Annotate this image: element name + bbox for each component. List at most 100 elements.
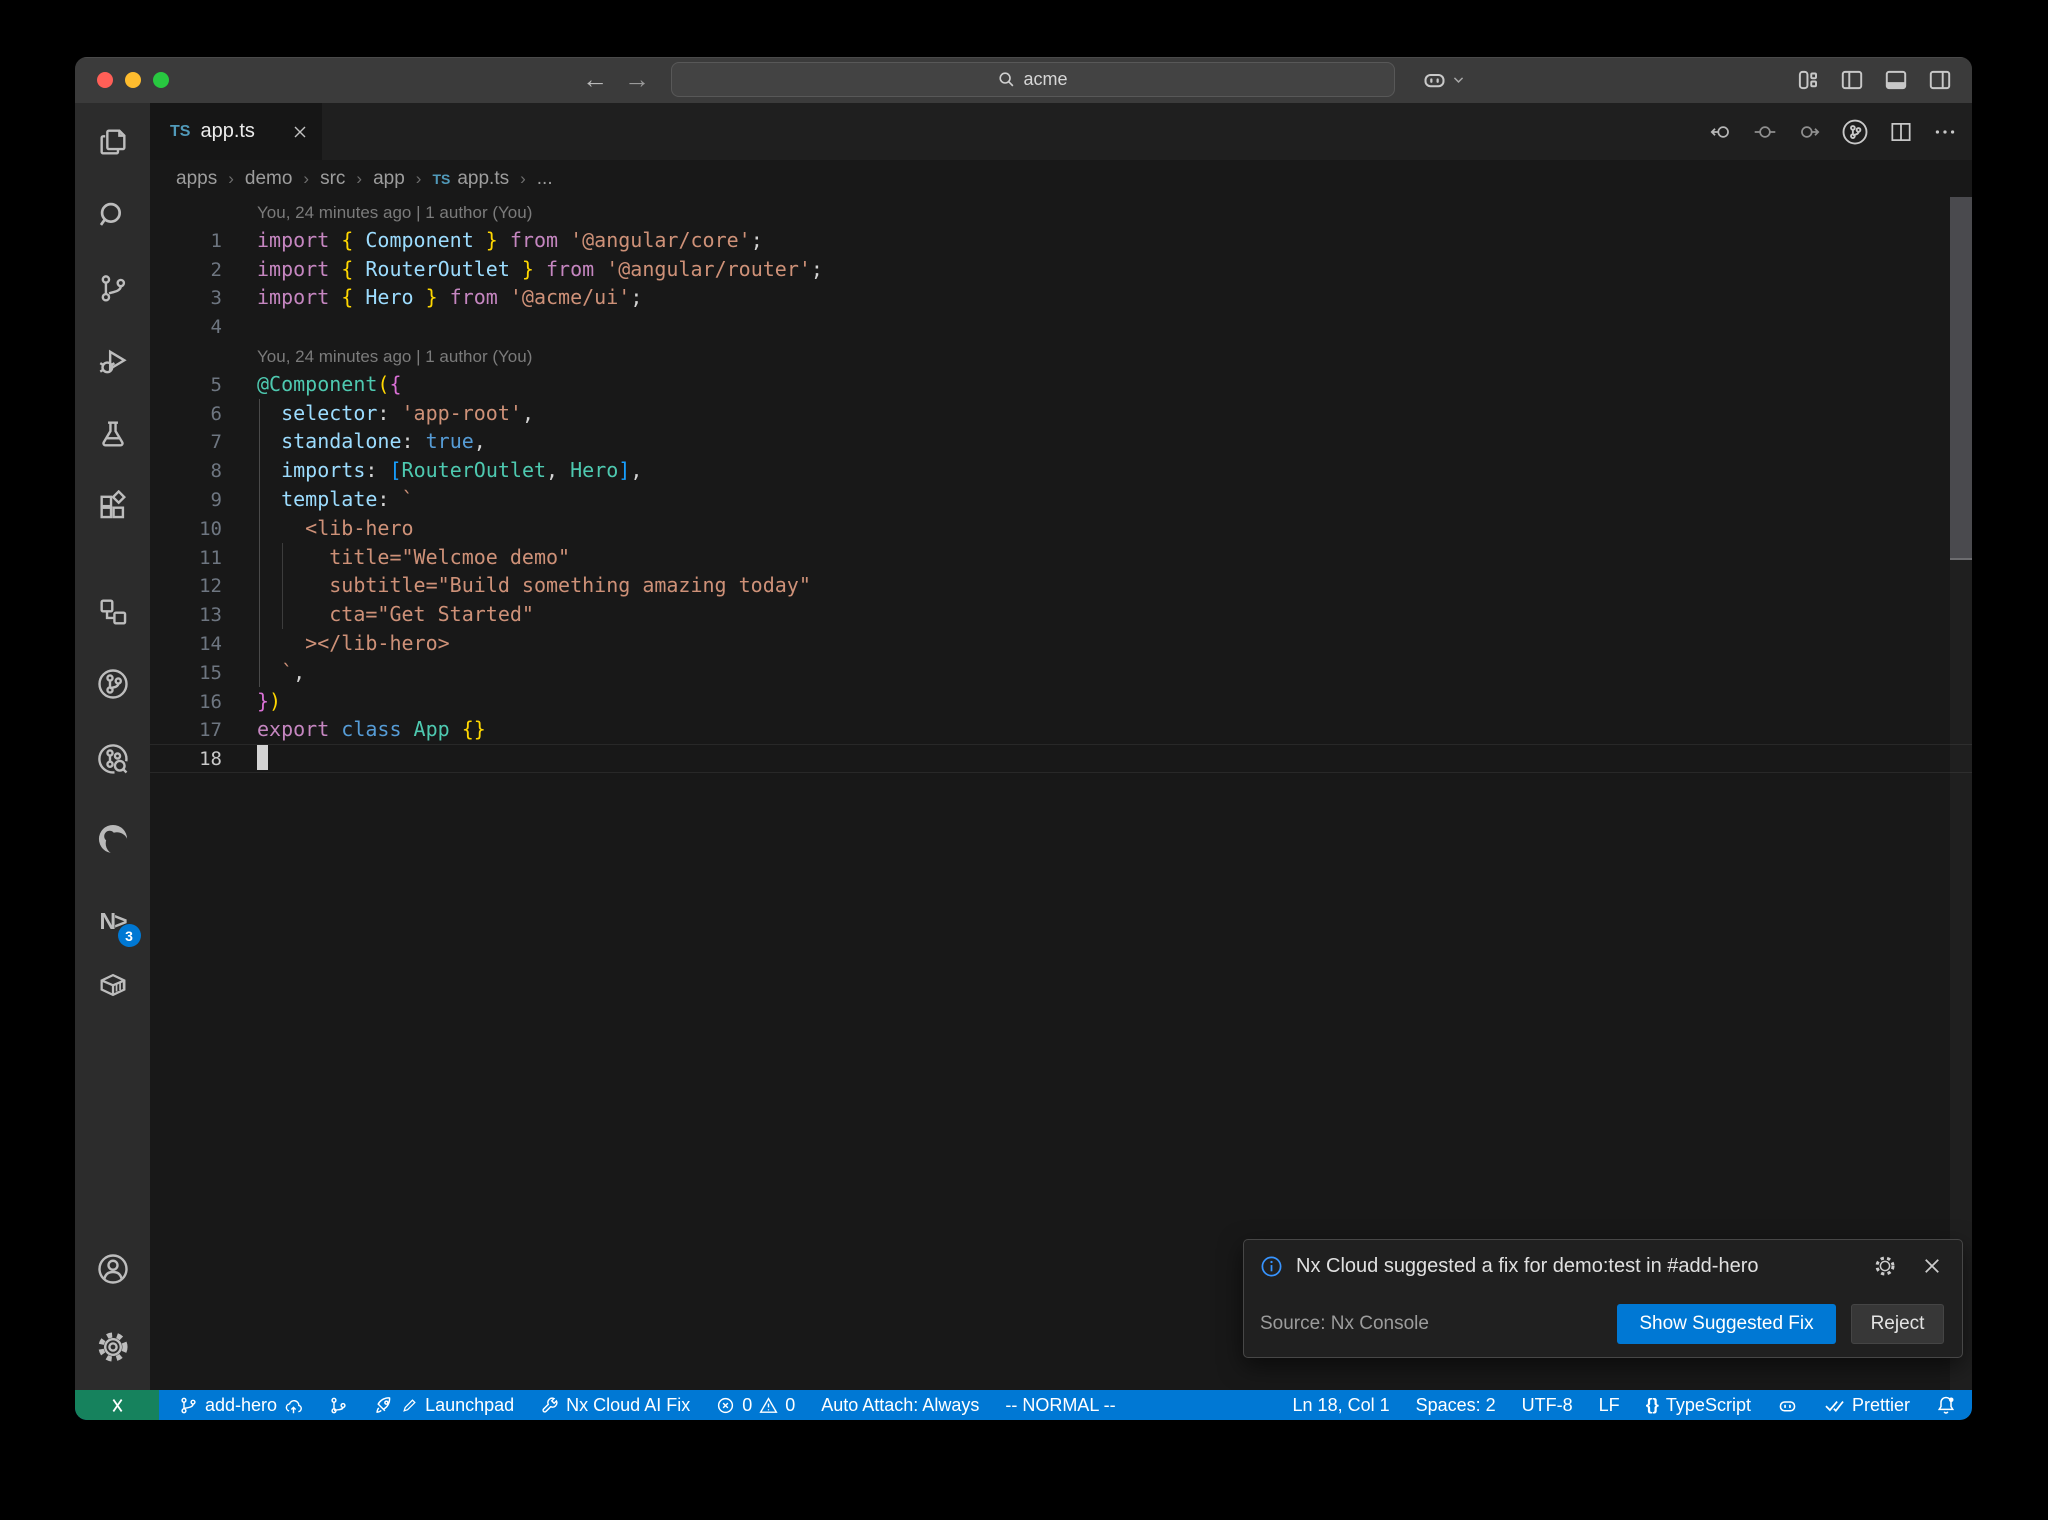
search-icon [998, 71, 1015, 88]
error-count: 0 [742, 1394, 753, 1415]
diff-previous-revision-icon[interactable] [1708, 119, 1734, 145]
toggle-secondary-sidebar-icon[interactable] [1926, 66, 1954, 94]
more-actions-icon[interactable] [1932, 119, 1958, 145]
close-tab-icon[interactable] [292, 124, 308, 140]
tab-app-ts[interactable]: TS app.ts [150, 103, 322, 160]
project-graph-icon[interactable] [93, 593, 133, 631]
run-debug-icon[interactable] [93, 342, 133, 380]
breadcrumb-item[interactable]: apps [176, 168, 217, 190]
reject-button[interactable]: Reject [1851, 1304, 1944, 1344]
split-editor-icon[interactable] [1888, 119, 1914, 145]
activity-bar: N> 3 [75, 103, 150, 1390]
copilot-menu[interactable] [1421, 66, 1465, 93]
explorer-icon[interactable] [93, 123, 133, 161]
close-window-button[interactable] [97, 72, 113, 88]
testing-icon[interactable] [93, 415, 133, 453]
tab-label: app.ts [200, 120, 255, 142]
settings-gear-icon[interactable] [93, 1328, 133, 1366]
remote-indicator[interactable] [75, 1390, 159, 1420]
diff-next-revision-icon[interactable] [1796, 119, 1822, 145]
cursor-position-status-item[interactable]: Ln 18, Col 1 [1293, 1395, 1390, 1416]
customize-layout-icon[interactable] [1794, 66, 1822, 94]
nx-console-icon[interactable]: N> 3 [93, 902, 141, 947]
braces-icon: {} [1645, 1395, 1659, 1414]
extensions-icon[interactable] [93, 488, 133, 526]
code-row: 5 @Component({ [210, 371, 402, 396]
code-row: 6 selector: 'app-root', [210, 400, 534, 425]
code-row: 11 title="Welcmoe demo" [199, 544, 571, 569]
launchpad-status-item[interactable]: Launchpad [374, 1395, 514, 1416]
toggle-primary-sidebar-icon[interactable] [1838, 66, 1866, 94]
code-row: 9 template: ` [210, 486, 414, 511]
gitlens-icon[interactable] [93, 665, 133, 703]
maximize-window-button[interactable] [153, 72, 169, 88]
breadcrumb-item[interactable]: app [373, 168, 405, 190]
chevron-right-icon: › [303, 168, 310, 188]
breadcrumb-item[interactable]: demo [245, 168, 293, 190]
gitlens-commit-graph-icon[interactable] [93, 740, 133, 778]
notification-source: Source: Nx Console [1260, 1313, 1429, 1334]
git-graph-status-item[interactable] [329, 1396, 348, 1415]
typescript-file-icon: TS [170, 122, 191, 140]
encoding-status-item[interactable]: UTF-8 [1522, 1395, 1573, 1416]
container-tools-icon[interactable] [93, 966, 133, 1004]
info-icon [1260, 1255, 1283, 1278]
breadcrumb-file[interactable]: TS app.ts [432, 168, 509, 190]
command-center-search[interactable]: acme [671, 62, 1395, 97]
prettier-status-item[interactable]: Prettier [1824, 1395, 1910, 1416]
code-row: 8 imports: [RouterOutlet, Hero], [210, 458, 643, 483]
accounts-icon[interactable] [93, 1250, 133, 1288]
code-row: 13 cta="Get Started" [199, 602, 534, 627]
notifications-bell-icon[interactable] [1936, 1395, 1956, 1415]
branch-name: add-hero [205, 1394, 278, 1415]
chevron-right-icon: › [356, 168, 363, 188]
double-check-icon [1825, 1400, 1844, 1412]
rocket-icon [376, 1397, 391, 1413]
nx-cloud-ai-fix-status-item[interactable]: Nx Cloud AI Fix [540, 1395, 690, 1416]
notification-settings-gear-icon[interactable] [1873, 1254, 1897, 1278]
breadcrumb-file-label: app.ts [457, 167, 510, 189]
navigate-forward-icon[interactable]: → [621, 63, 653, 95]
blame-row: You, 24 minutes ago | 1 author (You) [257, 203, 533, 222]
notification-title: Nx Cloud suggested a fix for demo:test i… [1296, 1254, 1759, 1277]
indentation-status-item[interactable]: Spaces: 2 [1416, 1395, 1496, 1416]
code-row: 3 import { Hero } from '@acme/ui'; [210, 285, 643, 310]
code-row: 4 [210, 316, 222, 339]
search-sidebar-icon[interactable] [93, 196, 133, 234]
copilot-status-item[interactable] [1777, 1395, 1798, 1416]
error-icon [718, 1397, 734, 1413]
code-row: 2 import { RouterOutlet } from '@angular/… [210, 256, 823, 281]
breadcrumb-overflow[interactable]: ... [537, 168, 553, 190]
language-mode-status-item[interactable]: {} TypeScript [1646, 1395, 1751, 1416]
editor-scrollbar[interactable] [1950, 197, 1972, 1390]
minimize-window-button[interactable] [125, 72, 141, 88]
edge-browser-icon[interactable] [93, 820, 133, 858]
search-value: acme [1023, 69, 1068, 89]
show-suggested-fix-button[interactable]: Show Suggested Fix [1617, 1304, 1836, 1344]
warning-icon [759, 1396, 778, 1413]
editor-cursor [257, 745, 268, 771]
blame-row: You, 24 minutes ago | 1 author (You) [257, 346, 533, 366]
vim-mode-status-item[interactable]: -- NORMAL -- [1005, 1395, 1115, 1416]
breadcrumb: apps › demo › src › app › TS app.ts › ..… [150, 160, 1972, 197]
notification-close-icon[interactable] [1922, 1256, 1942, 1276]
git-graph-icon [331, 1397, 346, 1413]
breadcrumb-item[interactable]: src [320, 168, 345, 190]
code-row: 15 `, [199, 659, 306, 684]
gitlens-graph-icon[interactable] [1840, 117, 1870, 147]
problems-status-item[interactable]: 0 0 [716, 1395, 795, 1416]
diff-current-revision-icon[interactable] [1752, 119, 1778, 145]
auto-attach-status-item[interactable]: Auto Attach: Always [821, 1395, 979, 1416]
code-row: 10 <lib-hero [199, 515, 414, 540]
scrollbar-thumb[interactable] [1950, 197, 1972, 560]
nx-badge: 3 [117, 924, 141, 947]
code-editor[interactable]: You, 24 minutes ago | 1 author (You) 1 imp… [150, 197, 1972, 1390]
eol-status-item[interactable]: LF [1599, 1395, 1620, 1416]
navigate-back-icon[interactable]: ← [579, 63, 611, 95]
code-row: 1 import { Component } from '@angular/cor… [210, 227, 763, 252]
toggle-panel-icon[interactable] [1882, 66, 1910, 94]
titlebar: ← → acme [75, 57, 1972, 103]
branch-status-item[interactable]: add-hero [179, 1395, 303, 1416]
source-control-icon[interactable] [93, 269, 133, 307]
chevron-right-icon: › [228, 168, 234, 188]
